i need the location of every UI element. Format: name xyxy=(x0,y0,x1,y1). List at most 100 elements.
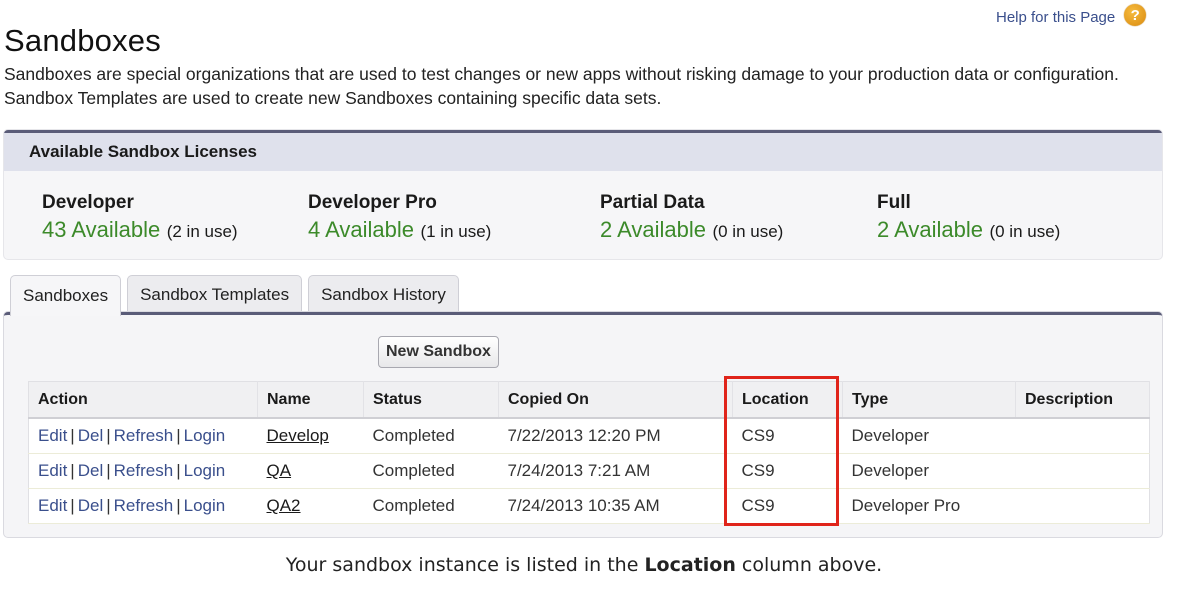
login-link[interactable]: Login xyxy=(184,461,226,480)
sandbox-name-link[interactable]: QA2 xyxy=(267,496,301,515)
login-link[interactable]: Login xyxy=(184,426,226,445)
sandbox-description-cell xyxy=(1015,453,1150,489)
sandbox-copied-on-cell: 7/24/2013 7:21 AM xyxy=(498,453,733,489)
sandbox-name-link-cell: QA xyxy=(257,453,364,489)
tab-sandboxes[interactable]: Sandboxes xyxy=(10,275,122,316)
refresh-link[interactable]: Refresh xyxy=(114,496,174,515)
sandbox-location-cell: CS9 xyxy=(732,418,843,454)
sandbox-copied-on-cell: 7/22/2013 12:20 PM xyxy=(498,418,733,454)
sandbox-location-cell: CS9 xyxy=(732,453,843,489)
edit-link[interactable]: Edit xyxy=(38,426,67,445)
sandbox-status-cell: Completed xyxy=(363,488,499,524)
license-full: Full 2 Available (0 in use) xyxy=(877,191,1060,245)
license-developer: Developer 43 Available (2 in use) xyxy=(42,191,238,245)
column-header-description: Description xyxy=(1015,381,1150,419)
help-link[interactable]: Help for this Page ? xyxy=(996,4,1147,26)
sandbox-type-cell: Developer xyxy=(842,418,1016,454)
license-in-use: (0 in use) xyxy=(712,222,784,241)
license-in-use: (0 in use) xyxy=(989,222,1061,241)
del-link[interactable]: Del xyxy=(78,496,104,515)
sandbox-status-cell: Completed xyxy=(363,418,499,454)
sandbox-type-cell: Developer xyxy=(842,453,1016,489)
sandbox-name-link-cell: QA2 xyxy=(257,488,364,524)
table-header-row: Action Name Status Copied On Location Ty… xyxy=(28,381,1150,419)
action-separator: | xyxy=(106,496,111,515)
caption-text-before: Your sandbox instance is listed in the xyxy=(285,554,645,576)
refresh-link[interactable]: Refresh xyxy=(114,461,174,480)
sandbox-status: Completed xyxy=(372,426,455,445)
caption: Your sandbox instance is listed in the L… xyxy=(0,554,1168,576)
sandbox-copied-on: 7/24/2013 10:35 AM xyxy=(507,496,660,515)
sandbox-name-link-cell: Develop xyxy=(257,418,364,454)
license-available: 43 Available xyxy=(42,217,161,242)
sandbox-copied-on: 7/24/2013 7:21 AM xyxy=(507,461,651,480)
license-available: 2 Available xyxy=(877,217,984,242)
column-header-name: Name xyxy=(257,381,364,419)
action-separator: | xyxy=(106,461,111,480)
sandbox-location: CS9 xyxy=(741,496,775,515)
action-separator: | xyxy=(70,496,75,515)
action-cell: Edit | Del | Refresh | Login xyxy=(28,453,258,489)
sandbox-type: Developer xyxy=(851,461,930,480)
refresh-link[interactable]: Refresh xyxy=(114,426,174,445)
question-mark-icon[interactable]: ? xyxy=(1124,4,1147,26)
edit-link[interactable]: Edit xyxy=(38,496,67,515)
login-link[interactable]: Login xyxy=(184,496,226,515)
sandbox-description-cell xyxy=(1015,488,1150,524)
license-in-use: (2 in use) xyxy=(166,222,238,241)
license-name: Developer Pro xyxy=(308,192,437,213)
sandbox-copied-on-cell: 7/24/2013 10:35 AM xyxy=(498,488,733,524)
edit-link[interactable]: Edit xyxy=(38,461,67,480)
column-header-status: Status xyxy=(363,381,499,419)
table-row: Edit | Del | Refresh | Login Develop Completed 7/… xyxy=(28,418,1150,454)
sandbox-copied-on: 7/22/2013 12:20 PM xyxy=(507,426,661,445)
intro-text: Sandboxes are special organizations that… xyxy=(4,64,1119,108)
license-available: 2 Available xyxy=(600,217,707,242)
license-name: Full xyxy=(877,192,911,213)
licenses-panel: Available Sandbox Licenses Developer 43 … xyxy=(4,130,1162,259)
sandbox-name-link[interactable]: Develop xyxy=(267,426,329,445)
action-separator: | xyxy=(70,426,75,445)
license-available: 4 Available xyxy=(308,217,415,242)
caption-bold-text: Location xyxy=(644,554,736,576)
table-row: Edit | Del | Refresh | Login QA Completed 7/24/20… xyxy=(28,453,1150,489)
help-link-label: Help for this Page xyxy=(996,8,1116,26)
action-cell: Edit | Del | Refresh | Login xyxy=(28,488,258,524)
sandboxes-tab-panel: New Sandbox Action Name Status Copied On… xyxy=(4,312,1162,537)
license-partial-data: Partial Data 2 Available (0 in use) xyxy=(600,191,783,245)
column-header-type: Type xyxy=(842,381,1016,419)
licenses-panel-title: Available Sandbox Licenses xyxy=(4,133,1162,171)
sandbox-status: Completed xyxy=(372,496,455,515)
sandbox-status-cell: Completed xyxy=(363,453,499,489)
tab-sandbox-history[interactable]: Sandbox History xyxy=(308,275,459,314)
action-separator: | xyxy=(106,426,111,445)
tab-sandbox-templates[interactable]: Sandbox Templates xyxy=(127,275,303,314)
del-link[interactable]: Del xyxy=(78,426,104,445)
column-header-location: Location xyxy=(732,381,843,419)
sandbox-type: Developer Pro xyxy=(851,496,961,515)
action-separator: | xyxy=(70,461,75,480)
del-link[interactable]: Del xyxy=(78,461,104,480)
sandbox-name-link[interactable]: QA xyxy=(267,461,292,480)
action-cell: Edit | Del | Refresh | Login xyxy=(28,418,258,454)
license-name: Partial Data xyxy=(600,192,705,213)
license-in-use: (1 in use) xyxy=(420,222,492,241)
sandbox-location: CS9 xyxy=(741,461,775,480)
page: Sandboxes Help for this Page ? Sandboxes… xyxy=(0,0,1200,600)
page-title: Sandboxes xyxy=(4,22,161,58)
column-header-action: Action xyxy=(28,381,258,419)
sandboxes-table: Action Name Status Copied On Location Ty… xyxy=(28,381,1150,524)
sandbox-type-cell: Developer Pro xyxy=(842,488,1016,524)
action-separator: | xyxy=(176,496,181,515)
sandbox-location-cell: CS9 xyxy=(732,488,843,524)
tab-bar: Sandboxes Sandbox Templates Sandbox Hist… xyxy=(10,275,465,316)
sandbox-description-cell xyxy=(1015,418,1150,454)
license-developer-pro: Developer Pro 4 Available (1 in use) xyxy=(308,191,491,245)
table-row: Edit | Del | Refresh | Login QA2 Completed 7/24/2… xyxy=(28,488,1150,524)
caption-text-after: column above. xyxy=(735,554,883,576)
sandbox-type: Developer xyxy=(851,426,930,445)
license-name: Developer xyxy=(42,192,134,213)
column-header-copied-on: Copied On xyxy=(498,381,733,419)
action-separator: | xyxy=(176,461,181,480)
new-sandbox-button[interactable]: New Sandbox xyxy=(378,336,499,368)
